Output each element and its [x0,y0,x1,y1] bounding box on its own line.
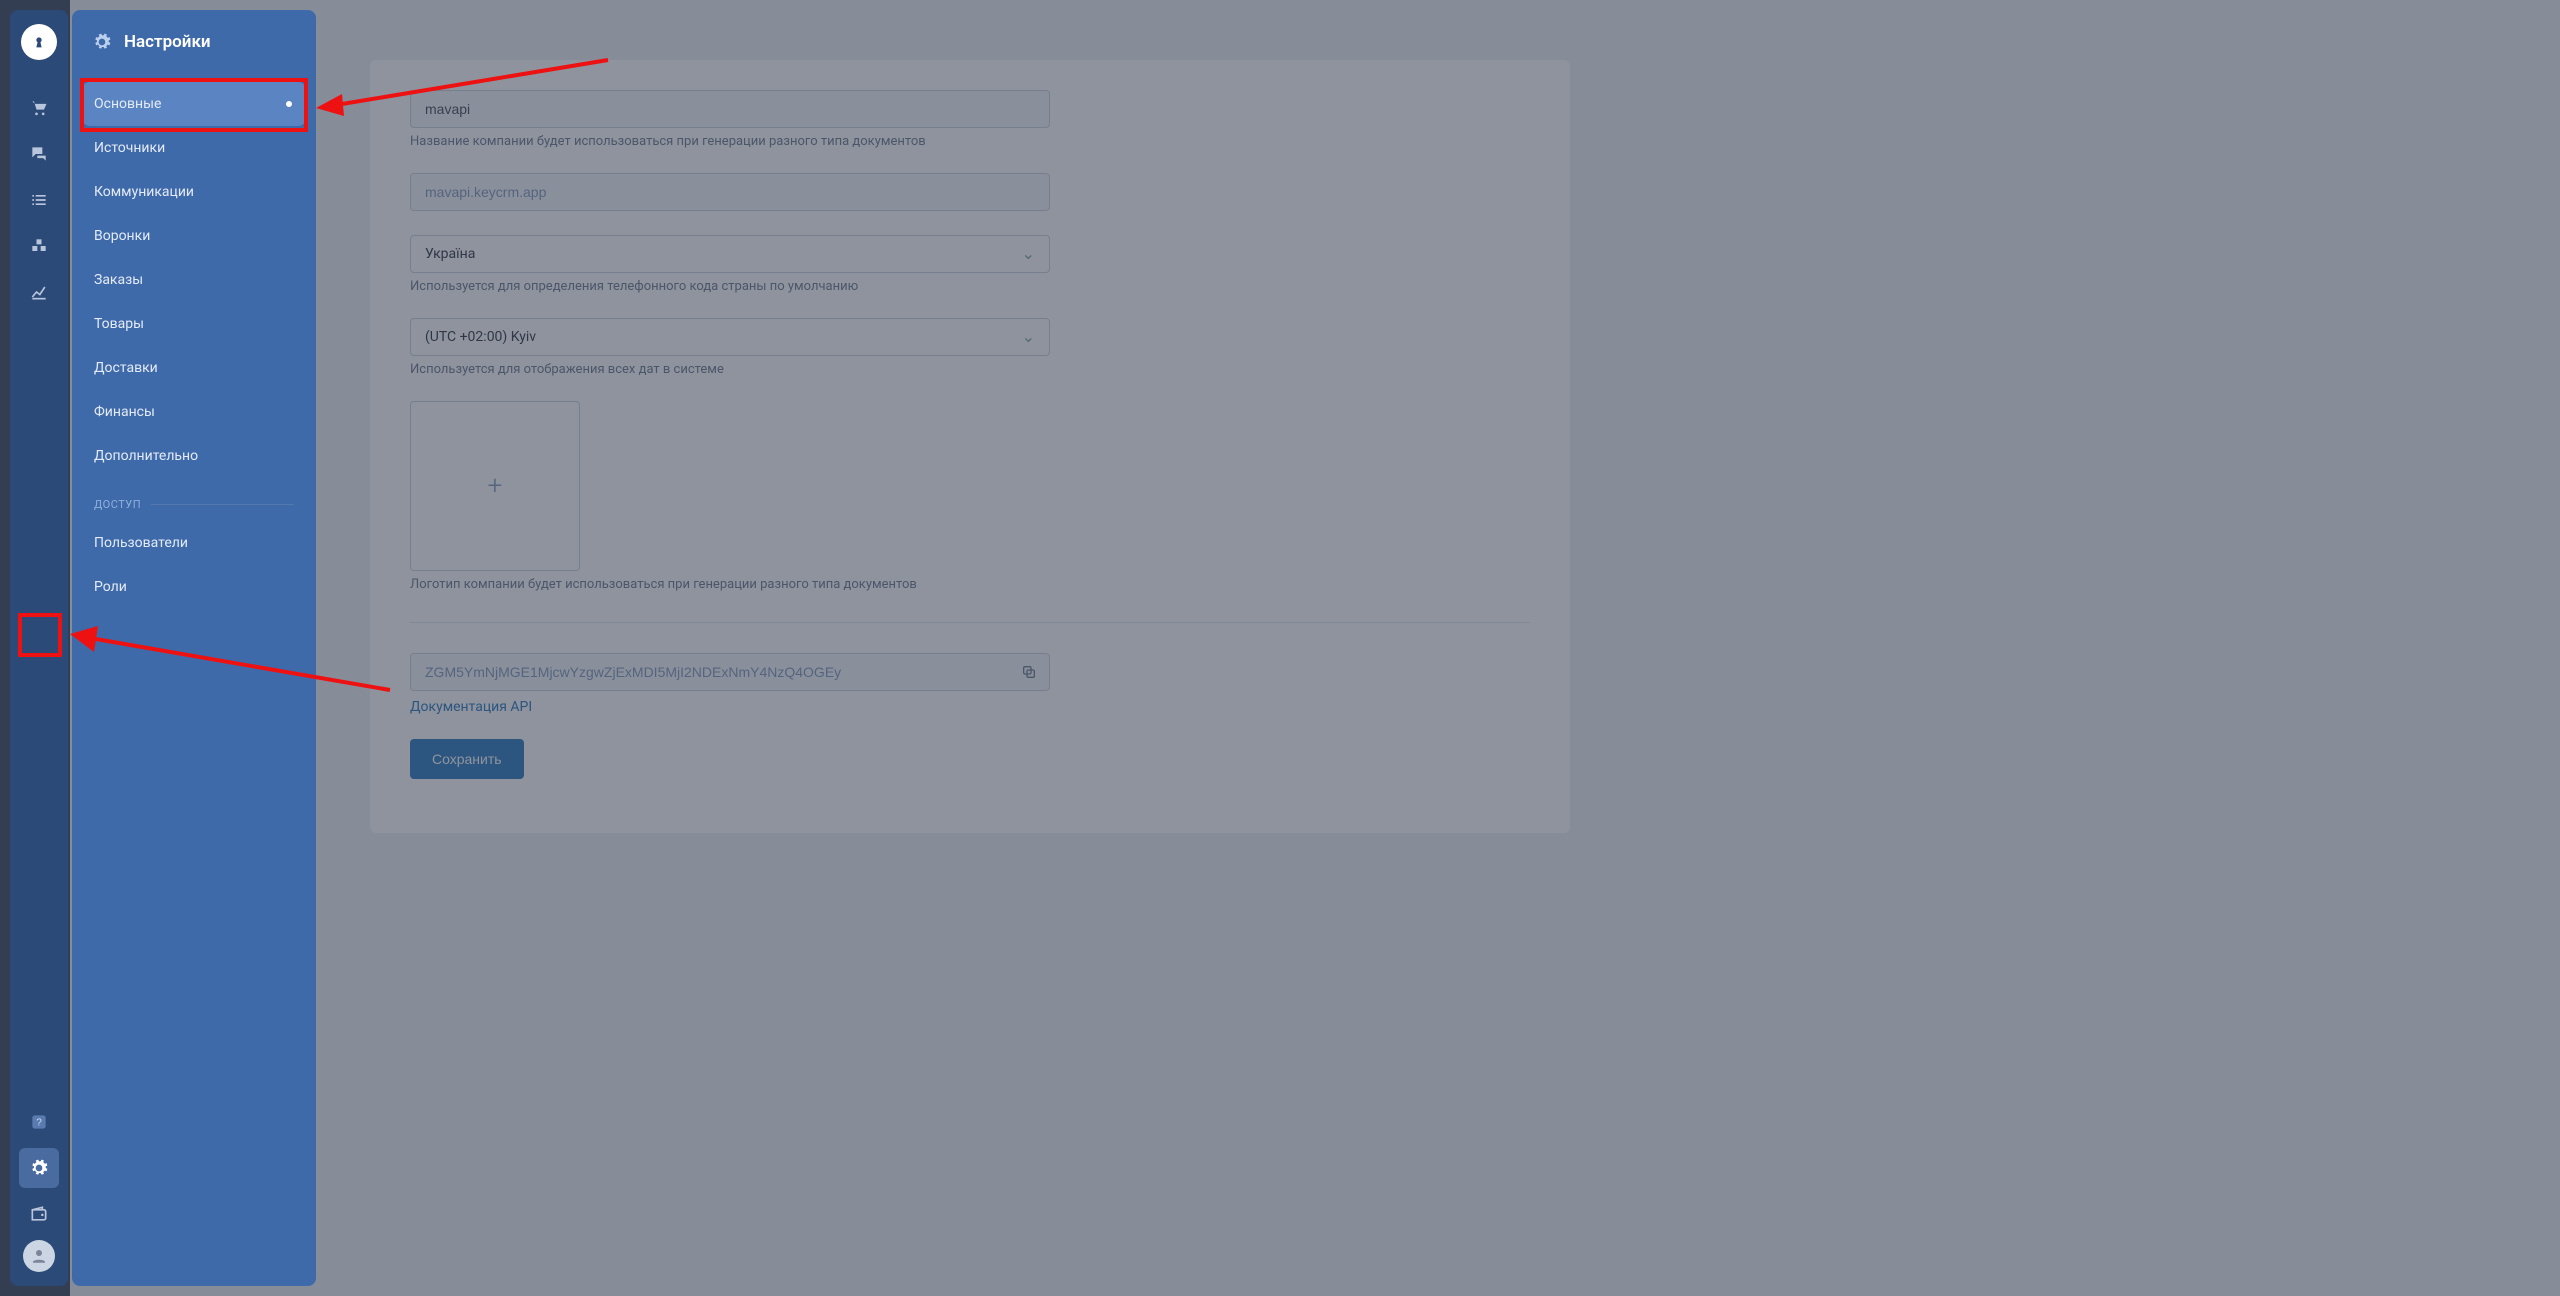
list-icon [29,190,49,210]
api-doc-link[interactable]: Документация API [410,699,532,715]
rail-item-settings[interactable] [19,1148,59,1188]
company-name-input[interactable] [410,90,1050,128]
panel-item-finance[interactable]: Финансы [72,390,316,434]
panel-item-funnels[interactable]: Воронки [72,214,316,258]
panel-item-sources[interactable]: Источники [72,126,316,170]
company-name-help: Название компании будет использоваться п… [410,134,1530,149]
country-help: Используется для определения телефонного… [410,279,1530,294]
panel-item-users[interactable]: Пользователи [72,521,316,565]
gear-icon [29,1158,49,1178]
panel-item-communications[interactable]: Коммуникации [72,170,316,214]
icon-rail: ? [10,10,68,1286]
save-button[interactable]: Сохранить [410,739,524,779]
user-avatar[interactable] [23,1240,55,1272]
panel-title: Настройки [124,32,211,52]
rail-item-chat[interactable] [19,134,59,174]
copy-icon [1021,664,1037,680]
copy-api-key-button[interactable] [1009,664,1049,680]
main-content-area: Название компании будет использоваться п… [70,0,2560,1296]
rail-item-warehouse[interactable] [19,226,59,266]
panel-item-general[interactable]: Основные [82,82,306,126]
person-icon [30,1247,48,1265]
help-icon: ? [29,1112,49,1132]
panel-header: Настройки [72,28,316,82]
settings-panel: Настройки Основные Источники Коммуникаци… [72,10,316,1286]
country-select-value: Україна [425,246,475,262]
panel-section-access: ДОСТУП [72,478,316,521]
svg-text:?: ? [36,1117,42,1128]
settings-form-card: Название компании будет использоваться п… [370,60,1570,833]
chart-icon [29,282,49,302]
app-logo[interactable] [21,24,57,60]
panel-item-products[interactable]: Товары [72,302,316,346]
plus-icon: + [488,471,503,501]
rail-item-help[interactable]: ? [19,1102,59,1142]
gear-icon [92,32,112,52]
api-key-row [410,653,1050,691]
panel-item-orders[interactable]: Заказы [72,258,316,302]
panel-item-delivery[interactable]: Доставки [72,346,316,390]
logo-upload[interactable]: + [410,401,580,571]
timezone-select-value: (UTC +02:00) Kyiv [425,329,536,345]
domain-input [410,173,1050,211]
panel-item-additional[interactable]: Дополнительно [72,434,316,478]
chat-icon [29,144,49,164]
api-key-input[interactable] [411,654,1009,690]
timezone-select[interactable]: (UTC +02:00) Kyiv [410,318,1050,356]
panel-item-roles[interactable]: Роли [72,565,316,609]
logo-help: Логотип компании будет использоваться пр… [410,577,1530,592]
rail-item-orders[interactable] [19,88,59,128]
boxes-icon [29,236,49,256]
keyhole-icon [31,32,47,52]
rail-item-analytics[interactable] [19,272,59,312]
country-select[interactable]: Україна [410,235,1050,273]
wallet-icon [29,1204,49,1224]
divider [410,622,1530,623]
rail-item-tasks[interactable] [19,180,59,220]
rail-item-wallet[interactable] [19,1194,59,1234]
timezone-help: Используется для отображения всех дат в … [410,362,1530,377]
cart-icon [29,98,49,118]
